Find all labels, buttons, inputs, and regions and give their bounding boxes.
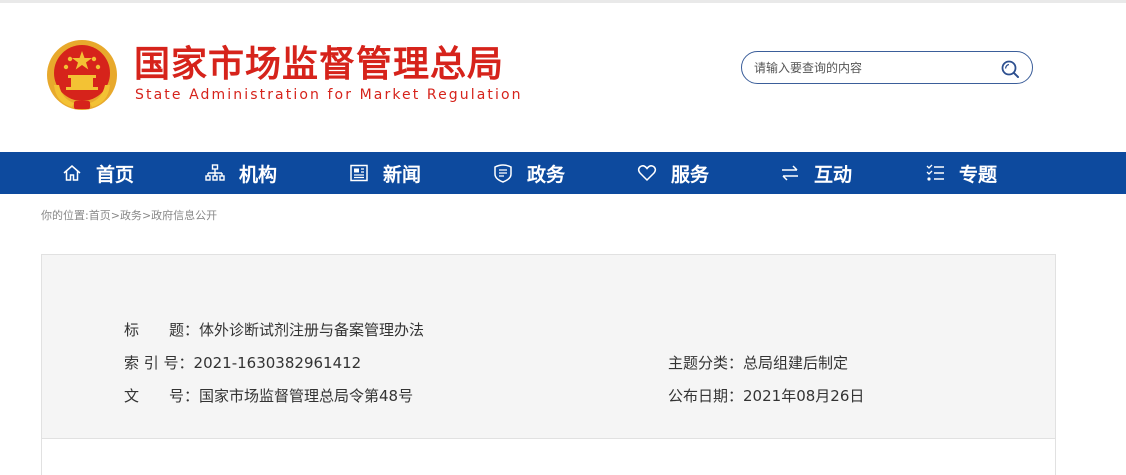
- nav-label: 机构: [239, 163, 278, 186]
- nav-item-service[interactable]: 服务: [637, 152, 709, 194]
- info-title-value: 体外诊断试剂注册与备案管理办法: [199, 321, 425, 339]
- newspaper-icon: [350, 164, 368, 182]
- nav-label: 新闻: [383, 163, 422, 186]
- search-icon[interactable]: [1000, 59, 1020, 79]
- info-date-label: 公布日期：: [668, 387, 744, 405]
- info-doc-number-row: 文 号：国家市场监督管理总局令第48号: [124, 385, 413, 406]
- site-title-cn[interactable]: 国家市场监督管理总局: [134, 43, 504, 87]
- nav-label: 服务: [671, 163, 710, 186]
- heart-icon: [637, 165, 657, 182]
- nav-item-org[interactable]: 机构: [205, 152, 277, 194]
- info-index-label: 索 引 号：: [124, 354, 194, 372]
- info-doc-label: 文 号：: [124, 387, 200, 405]
- breadcrumb: 你的位置:首页>政务>政府信息公开: [41, 207, 217, 223]
- nav-item-government[interactable]: 政务: [493, 152, 565, 194]
- info-date-value: 2021年08月26日: [743, 387, 865, 405]
- info-index-value: 2021-1630382961412: [193, 354, 362, 372]
- breadcrumb-item-home[interactable]: 首页: [89, 209, 111, 222]
- info-category-label: 主题分类：: [668, 354, 744, 372]
- nav-label: 首页: [96, 163, 135, 186]
- breadcrumb-separator: >: [141, 209, 152, 222]
- nav-item-topics[interactable]: 专题: [925, 152, 997, 194]
- nav-label: 政务: [527, 163, 566, 186]
- site-title-en: State Administration for Market Regulati…: [135, 87, 523, 103]
- home-icon: [63, 165, 81, 181]
- search-input[interactable]: [754, 58, 994, 78]
- info-date-row: 公布日期：2021年08月26日: [668, 385, 864, 406]
- list-icon: [926, 164, 944, 181]
- nav-label: 专题: [959, 163, 998, 186]
- site-header: 国家市场监督管理总局 State Administration for Mark…: [0, 3, 1126, 152]
- breadcrumb-item-disclosure[interactable]: 政府信息公开: [151, 209, 217, 222]
- nav-item-home[interactable]: 首页: [62, 152, 134, 194]
- info-category-value: 总局组建后制定: [743, 354, 849, 372]
- breadcrumb-separator: >: [110, 209, 120, 222]
- article-content-area: [41, 439, 1056, 475]
- breadcrumb-prefix: 你的位置:: [41, 209, 89, 222]
- info-index-row: 索 引 号：2021-1630382961412: [124, 352, 361, 373]
- national-emblem-icon[interactable]: [44, 37, 120, 113]
- search-box: [741, 51, 1033, 84]
- breadcrumb-item-government[interactable]: 政务: [120, 209, 142, 222]
- arrows-exchange-icon: [782, 165, 798, 181]
- document-info-box: 标 题：体外诊断试剂注册与备案管理办法 索 引 号：2021-163038296…: [41, 254, 1056, 439]
- info-title-row: 标 题：体外诊断试剂注册与备案管理办法: [124, 319, 424, 340]
- nav-item-interaction[interactable]: 互动: [780, 152, 852, 194]
- info-doc-value: 国家市场监督管理总局令第48号: [199, 387, 414, 405]
- shield-book-icon: [494, 164, 512, 183]
- info-title-label: 标 题：: [124, 321, 200, 339]
- main-nav: 首页 机构 新闻 政务 服务 互动 专题: [0, 152, 1126, 194]
- info-category-row: 主题分类：总局组建后制定: [668, 352, 848, 373]
- nav-label: 互动: [814, 163, 853, 186]
- nav-item-news[interactable]: 新闻: [349, 152, 421, 194]
- org-chart-icon: [205, 164, 225, 181]
